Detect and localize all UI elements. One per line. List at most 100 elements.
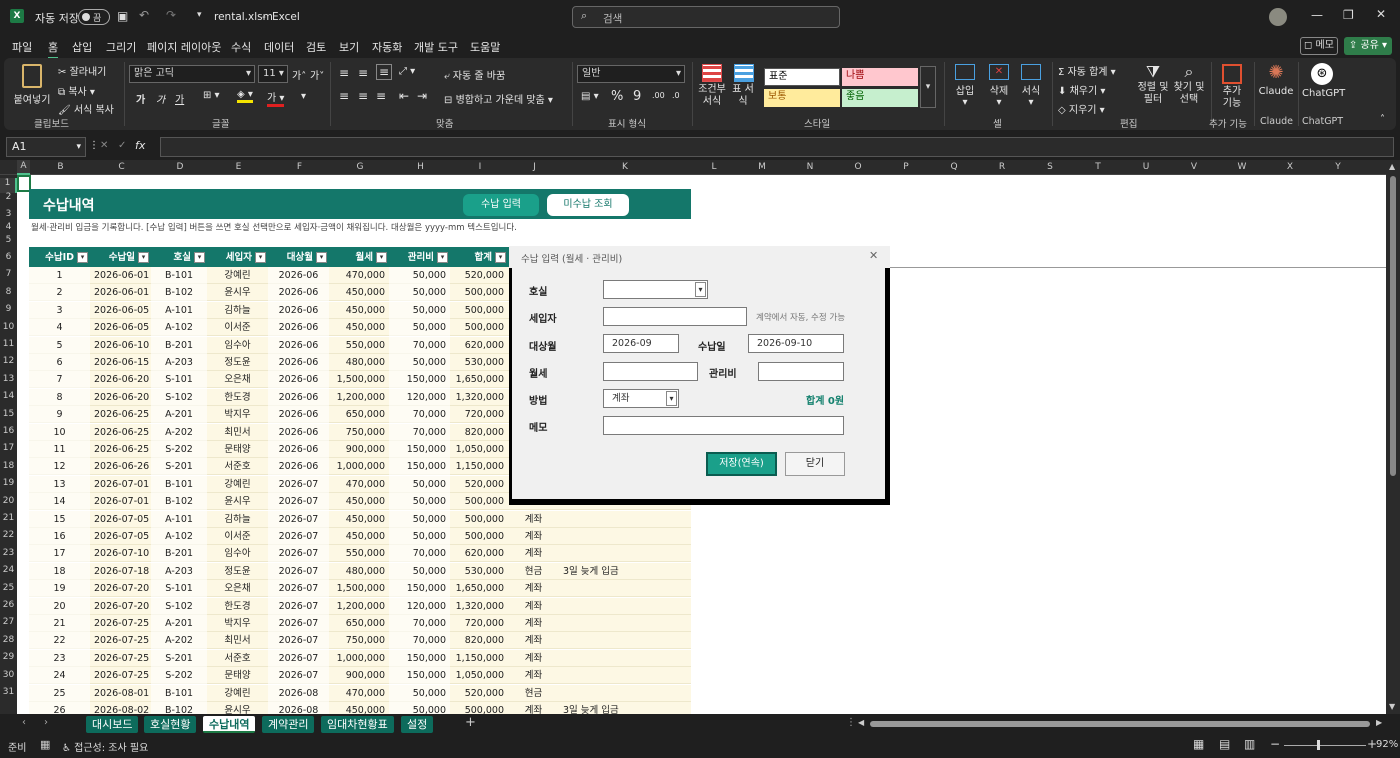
insert-function-button[interactable]: fx: [135, 139, 145, 152]
room-dropdown-icon[interactable]: ▾: [695, 282, 706, 297]
fill-color-icon[interactable]: ◈ ▾: [237, 89, 253, 103]
more-icon[interactable]: ▾: [301, 91, 306, 102]
orientation-icon[interactable]: ⤢ ▾: [399, 66, 415, 77]
menu-insert[interactable]: 삽입: [72, 39, 92, 55]
menu-view[interactable]: 보기: [339, 39, 359, 55]
font-name-select[interactable]: 맑은 고딕 ▾: [129, 65, 255, 83]
memo-button[interactable]: ◻ 메모: [1300, 37, 1338, 55]
format-painter-button[interactable]: 🖌 서식 복사: [58, 101, 114, 116]
row-header[interactable]: 19: [0, 478, 17, 488]
tab-rooms[interactable]: 호실현황: [144, 716, 197, 733]
menu-formulas[interactable]: 수식: [231, 39, 251, 55]
menu-home[interactable]: 홈: [48, 39, 59, 59]
customize-qat-icon[interactable]: ▾: [197, 10, 202, 20]
formula-input[interactable]: [160, 137, 1394, 157]
indent-increase-icon[interactable]: ⇥: [417, 89, 427, 103]
cut-button[interactable]: ✂ 잘라내기: [58, 63, 106, 78]
style-neutral[interactable]: 보통: [764, 89, 840, 107]
wrap-text-button[interactable]: ⤶ 자동 줄 바꿈: [444, 67, 505, 82]
filter-dropdown-icon[interactable]: ▾: [77, 252, 88, 263]
row-header[interactable]: 22: [0, 530, 17, 540]
cancel-icon[interactable]: ✕: [100, 140, 108, 151]
row-header[interactable]: 26: [0, 600, 17, 610]
style-bad[interactable]: 나쁨: [842, 68, 918, 86]
avatar[interactable]: [1269, 8, 1287, 26]
font-size-select[interactable]: 11 ▾: [258, 65, 288, 83]
column-header[interactable]: R: [978, 162, 1026, 172]
column-header[interactable]: L: [690, 162, 738, 172]
column-header[interactable]: U: [1122, 162, 1170, 172]
filter-dropdown-icon[interactable]: ▾: [437, 252, 448, 263]
column-header[interactable]: O: [834, 162, 882, 172]
macro-record-icon[interactable]: ▦: [40, 738, 50, 751]
currency-icon[interactable]: ▤ ▾: [581, 91, 599, 102]
row-header[interactable]: 14: [0, 391, 17, 401]
align-left-icon[interactable]: ≡: [339, 89, 349, 103]
horizontal-scroll-thumb[interactable]: [870, 721, 1370, 727]
chatgpt-button[interactable]: ⊛ ChatGPT: [1302, 62, 1345, 114]
column-header[interactable]: D: [152, 162, 208, 172]
unpaid-query-button[interactable]: 미수납 조회: [547, 194, 629, 216]
redo-icon[interactable]: ↷: [166, 8, 176, 22]
payment-input-button[interactable]: 수납 입력: [463, 194, 539, 216]
row-header[interactable]: 27: [0, 617, 17, 627]
border-icon[interactable]: ⊞ ▾: [203, 90, 220, 101]
menu-automate[interactable]: 자동화: [372, 39, 402, 55]
row-header[interactable]: 13: [0, 374, 17, 384]
column-header[interactable]: P: [882, 162, 930, 172]
copy-button[interactable]: ⧉ 복사 ▾: [58, 83, 95, 98]
column-header[interactable]: G: [330, 162, 390, 172]
font-color-icon[interactable]: 가 ▾: [267, 89, 285, 107]
menu-developer[interactable]: 개발 도구: [414, 39, 458, 55]
row-header[interactable]: 28: [0, 635, 17, 645]
add-sheet-icon[interactable]: +: [465, 715, 476, 730]
menu-data[interactable]: 데이터: [264, 39, 294, 55]
bold-button[interactable]: 가: [136, 91, 145, 106]
dialog-close-button[interactable]: 닫기: [785, 452, 845, 476]
filter-dropdown-icon[interactable]: ▾: [138, 252, 149, 263]
menu-draw[interactable]: 그리기: [106, 39, 136, 55]
row-header[interactable]: 2: [0, 192, 17, 202]
memo-field[interactable]: [603, 416, 844, 435]
scroll-down-icon[interactable]: ▼: [1389, 702, 1395, 711]
row-header[interactable]: 7: [0, 269, 17, 279]
fill-button[interactable]: ⬇ 채우기 ▾: [1058, 82, 1105, 97]
column-header[interactable]: X: [1266, 162, 1314, 172]
row-header[interactable]: 15: [0, 409, 17, 419]
scroll-thumb[interactable]: [1390, 176, 1396, 476]
row-header[interactable]: 9: [0, 304, 17, 314]
autosum-button[interactable]: Σ 자동 합계 ▾: [1058, 63, 1116, 78]
filter-dropdown-icon[interactable]: ▾: [316, 252, 327, 263]
underline-button[interactable]: 가: [175, 91, 184, 106]
menu-file[interactable]: 파일: [12, 39, 32, 55]
column-header[interactable]: C: [91, 162, 152, 172]
row-header[interactable]: 17: [0, 443, 17, 453]
month-field[interactable]: 2026-09: [603, 334, 679, 353]
column-header[interactable]: K: [560, 162, 690, 172]
row-header[interactable]: 1: [0, 178, 17, 193]
indent-decrease-icon[interactable]: ⇤: [399, 89, 409, 103]
conditional-format-button[interactable]: 조건부 서식: [696, 62, 728, 114]
insert-cells-button[interactable]: 삽입 ▾: [950, 62, 980, 114]
method-select[interactable]: 계좌 ▾: [603, 389, 679, 408]
decrease-decimal-icon[interactable]: .0: [672, 91, 680, 100]
hscroll-right-icon[interactable]: ▶: [1376, 718, 1382, 727]
rent-field[interactable]: [603, 362, 698, 381]
dialog-close-icon[interactable]: ✕: [869, 249, 878, 262]
column-header[interactable]: T: [1074, 162, 1122, 172]
row-header[interactable]: 11: [0, 339, 17, 349]
search-box[interactable]: ⌕ 검색: [572, 6, 840, 28]
tab-payments[interactable]: 수납내역: [203, 716, 256, 733]
collapse-ribbon-icon[interactable]: ˄: [1380, 114, 1385, 125]
zoom-out-icon[interactable]: −: [1270, 737, 1280, 751]
styles-expand-button[interactable]: ▾: [920, 66, 936, 108]
row-header[interactable]: 5: [0, 235, 17, 245]
save-continue-button[interactable]: 저장(연속): [706, 452, 777, 476]
zoom-slider[interactable]: [1284, 745, 1366, 746]
row-header[interactable]: 31: [0, 687, 17, 697]
column-header[interactable]: A: [17, 160, 30, 175]
row-header[interactable]: 21: [0, 513, 17, 523]
row-header[interactable]: 18: [0, 461, 17, 471]
align-middle-icon[interactable]: ≡: [358, 66, 368, 80]
normal-view-icon[interactable]: ▦: [1193, 737, 1204, 751]
